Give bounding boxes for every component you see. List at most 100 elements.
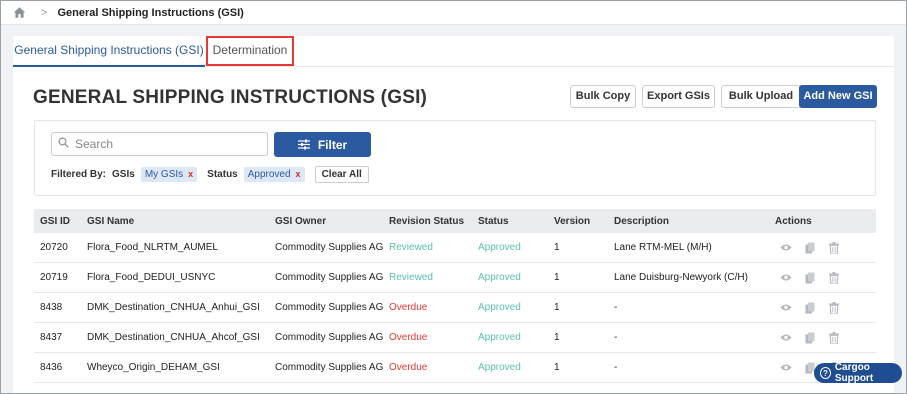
cell-version: 1 — [554, 242, 560, 253]
gsi-table: GSI ID GSI Name GSI Owner Revision Statu… — [34, 209, 876, 383]
cell-gsi-owner: Commodity Supplies AG — [275, 332, 384, 343]
cell-gsi-id: 8436 — [40, 362, 63, 373]
search-icon — [58, 137, 69, 151]
cell-gsi-id: 20719 — [40, 272, 68, 283]
chevron-right-icon: > — [41, 6, 48, 19]
copy-icon[interactable] — [803, 241, 816, 254]
remove-status-filter-icon[interactable]: x — [296, 169, 301, 179]
trash-icon[interactable] — [827, 331, 840, 344]
col-gsi-owner[interactable]: GSI Owner — [275, 216, 326, 227]
cell-revision-status: Overdue — [389, 332, 428, 343]
breadcrumb-current: General Shipping Instructions (GSI) — [57, 6, 244, 19]
cell-status: Approved — [478, 332, 521, 343]
col-version[interactable]: Version — [554, 216, 590, 227]
cell-revision-status: Reviewed — [389, 242, 433, 253]
page-title: GENERAL SHIPPING INSTRUCTIONS (GSI) — [33, 87, 428, 108]
bulk-upload-button[interactable]: Bulk Upload — [721, 85, 801, 108]
cell-status: Approved — [478, 272, 521, 283]
tab-gsi[interactable]: General Shipping Instructions (GSI) — [13, 36, 205, 67]
col-description[interactable]: Description — [614, 216, 669, 227]
cell-gsi-owner: Commodity Supplies AG — [275, 302, 384, 313]
gsis-filter-value: My GSIs — [144, 168, 184, 180]
table-row[interactable]: 20720 Flora_Food_NLRTM_AUMEL Commodity S… — [34, 233, 876, 263]
table-row[interactable]: 8437 DMK_Destination_CNHUA_Ahcof_GSI Com… — [34, 323, 876, 353]
cell-status: Approved — [478, 242, 521, 253]
copy-icon[interactable] — [803, 331, 816, 344]
search-box[interactable] — [51, 132, 268, 156]
tab-bar: General Shipping Instructions (GSI) Dete… — [13, 36, 894, 67]
add-new-gsi-button[interactable]: Add New GSI — [799, 85, 877, 108]
copy-icon[interactable] — [803, 271, 816, 284]
cell-status: Approved — [478, 302, 521, 313]
eye-icon[interactable] — [779, 331, 792, 344]
remove-gsis-filter-icon[interactable]: x — [188, 169, 193, 179]
sliders-icon — [297, 139, 310, 150]
row-actions — [779, 301, 840, 314]
export-gsis-button[interactable]: Export GSIs — [642, 85, 715, 108]
filtered-by-label: Filtered By: — [51, 168, 107, 180]
status-filter-value: Approved — [247, 168, 291, 180]
cell-gsi-name: Wheyco_Origin_DEHAM_GSI — [87, 362, 220, 373]
filter-panel: Filter Filtered By: GSIs My GSIs x Statu… — [34, 120, 876, 196]
col-status[interactable]: Status — [478, 216, 509, 227]
clear-all-button[interactable]: Clear All — [314, 165, 369, 183]
cell-version: 1 — [554, 332, 560, 343]
cell-gsi-owner: Commodity Supplies AG — [275, 242, 384, 253]
status-filter-label: Status — [207, 168, 238, 180]
status-filter-chip: Approved x — [243, 166, 305, 182]
cell-description: - — [614, 332, 618, 343]
cell-gsi-name: DMK_Destination_CNHUA_Anhui_GSI — [87, 302, 260, 313]
eye-icon[interactable] — [779, 241, 792, 254]
cell-gsi-id: 8438 — [40, 302, 63, 313]
cell-version: 1 — [554, 362, 560, 373]
search-input[interactable] — [75, 137, 255, 151]
trash-icon[interactable] — [827, 271, 840, 284]
cell-gsi-name: Flora_Food_DEDUI_USNYC — [87, 272, 216, 283]
cell-gsi-owner: Commodity Supplies AG — [275, 362, 384, 373]
filter-button[interactable]: Filter — [274, 132, 371, 157]
cell-gsi-id: 20720 — [40, 242, 68, 253]
cell-gsi-owner: Commodity Supplies AG — [275, 272, 384, 283]
eye-icon[interactable] — [779, 361, 792, 374]
support-label: Cargoo Support — [834, 362, 874, 384]
cell-revision-status: Overdue — [389, 302, 428, 313]
cell-description: - — [614, 362, 618, 373]
col-gsi-id[interactable]: GSI ID — [40, 216, 70, 227]
cell-description: - — [614, 302, 618, 313]
main-card: General Shipping Instructions (GSI) Dete… — [13, 36, 894, 393]
app-frame: > General Shipping Instructions (GSI) Ge… — [0, 0, 907, 394]
eye-icon[interactable] — [779, 301, 792, 314]
table-row[interactable]: 8438 DMK_Destination_CNHUA_Anhui_GSI Com… — [34, 293, 876, 323]
filter-button-label: Filter — [317, 137, 348, 152]
cell-status: Approved — [478, 362, 521, 373]
bulk-copy-button[interactable]: Bulk Copy — [570, 85, 636, 108]
table-row[interactable]: 8436 Wheyco_Origin_DEHAM_GSI Commodity S… — [34, 353, 876, 383]
col-gsi-name[interactable]: GSI Name — [87, 216, 134, 227]
cell-gsi-name: DMK_Destination_CNHUA_Ahcof_GSI — [87, 332, 260, 343]
eye-icon[interactable] — [779, 271, 792, 284]
col-revision-status[interactable]: Revision Status — [389, 216, 464, 227]
tab-determination[interactable]: Determination — [206, 36, 294, 67]
cell-description: Lane Duisburg-Newyork (C/H) — [614, 272, 748, 283]
cell-gsi-name: Flora_Food_NLRTM_AUMEL — [87, 242, 218, 253]
table-header: GSI ID GSI Name GSI Owner Revision Statu… — [34, 209, 876, 233]
cell-version: 1 — [554, 302, 560, 313]
trash-icon[interactable] — [827, 241, 840, 254]
row-actions — [779, 271, 840, 284]
col-actions: Actions — [775, 215, 812, 227]
help-icon: ? — [820, 367, 831, 379]
table-row[interactable]: 20719 Flora_Food_DEDUI_USNYC Commodity S… — [34, 263, 876, 293]
home-icon[interactable] — [13, 6, 27, 20]
gsis-filter-label: GSIs — [112, 168, 135, 180]
cargoo-support-button[interactable]: ? Cargoo Support — [814, 362, 902, 384]
cell-version: 1 — [554, 272, 560, 283]
trash-icon[interactable] — [827, 301, 840, 314]
breadcrumb: > General Shipping Instructions (GSI) — [1, 1, 906, 25]
copy-icon[interactable] — [803, 301, 816, 314]
cell-revision-status: Overdue — [389, 362, 428, 373]
row-actions — [779, 241, 840, 254]
cell-description: Lane RTM-MEL (M/H) — [614, 242, 712, 253]
cell-gsi-id: 8437 — [40, 332, 63, 343]
gsis-filter-chip: My GSIs x — [140, 166, 198, 182]
active-filters: Filtered By: GSIs My GSIs x Status Appro… — [51, 165, 369, 183]
